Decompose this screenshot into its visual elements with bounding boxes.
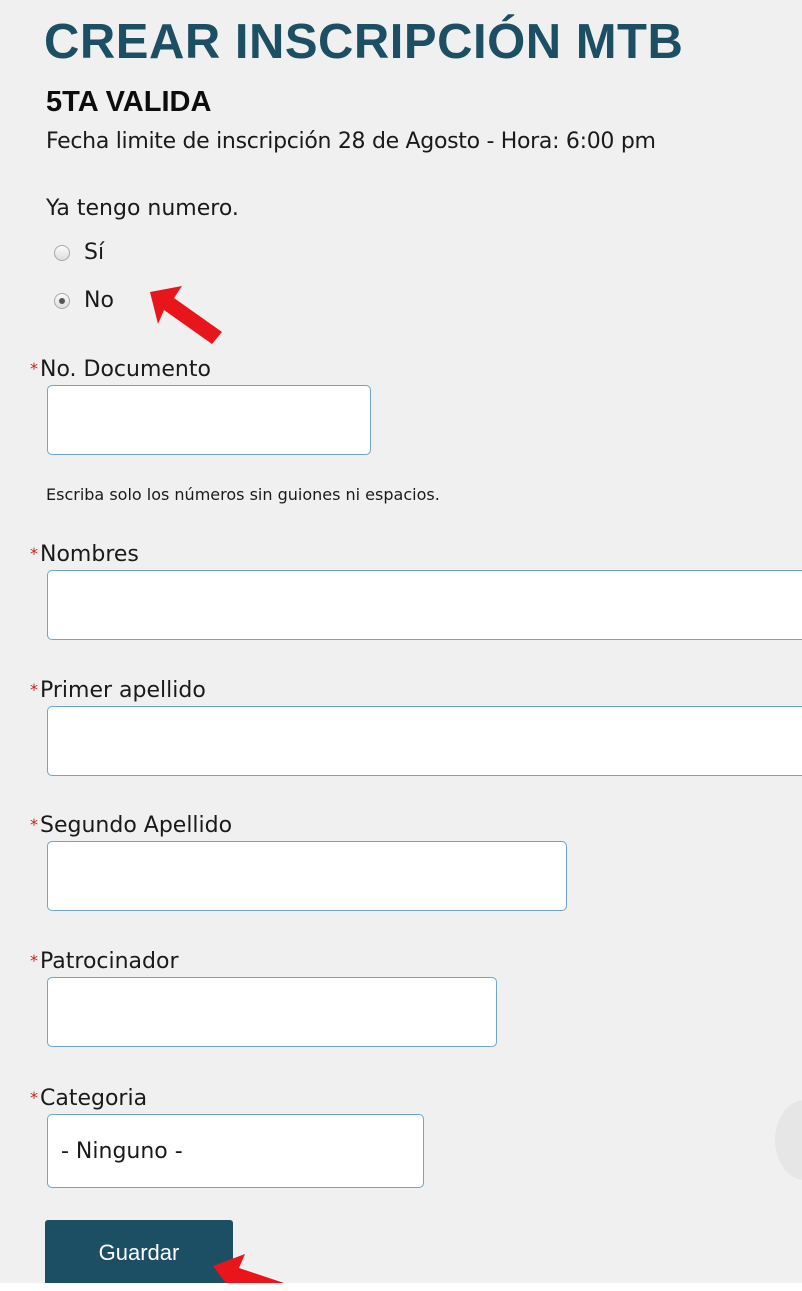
page-bottom-edge	[0, 1283, 802, 1291]
primer-apellido-input[interactable]	[47, 706, 802, 776]
radio-button-no[interactable]	[54, 292, 70, 309]
documento-hint: Escriba solo los números sin guiones ni …	[46, 485, 440, 504]
documento-input[interactable]	[47, 385, 371, 455]
required-asterisk: *	[30, 544, 38, 563]
label-segundo-apellido: *Segundo Apellido	[30, 813, 233, 838]
required-asterisk: *	[30, 815, 38, 834]
nombres-input[interactable]	[47, 570, 802, 640]
label-primer-apellido: *Primer apellido	[30, 678, 206, 703]
categoria-selected-value: - Ninguno -	[61, 1138, 183, 1164]
label-patrocinador: *Patrocinador	[30, 949, 179, 974]
required-asterisk: *	[30, 951, 38, 970]
annotation-arrow-icon	[150, 286, 222, 344]
required-asterisk: *	[30, 680, 38, 699]
required-asterisk: *	[30, 359, 38, 378]
radio-option-no[interactable]: No	[54, 288, 114, 313]
segundo-apellido-input[interactable]	[47, 841, 567, 911]
page-title: CREAR INSCRIPCIÓN MTB	[44, 15, 684, 69]
annotation-arrow-icon	[213, 1254, 287, 1288]
deadline-text: Fecha limite de inscripción 28 de Agosto…	[46, 129, 656, 154]
radio-label-si: Sí	[84, 240, 105, 265]
radio-label-no: No	[84, 288, 114, 313]
number-question: Ya tengo numero.	[46, 196, 239, 221]
label-categoria: *Categoria	[30, 1086, 148, 1111]
patrocinador-input[interactable]	[47, 977, 497, 1047]
background-shape	[775, 1100, 802, 1180]
categoria-select[interactable]: - Ninguno -	[47, 1114, 424, 1188]
required-asterisk: *	[30, 1088, 38, 1107]
label-documento: *No. Documento	[30, 357, 211, 382]
radio-button-si[interactable]	[54, 244, 70, 261]
radio-option-si[interactable]: Sí	[54, 240, 104, 265]
page-subtitle: 5TA VALIDA	[46, 86, 212, 118]
label-nombres: *Nombres	[30, 542, 139, 567]
